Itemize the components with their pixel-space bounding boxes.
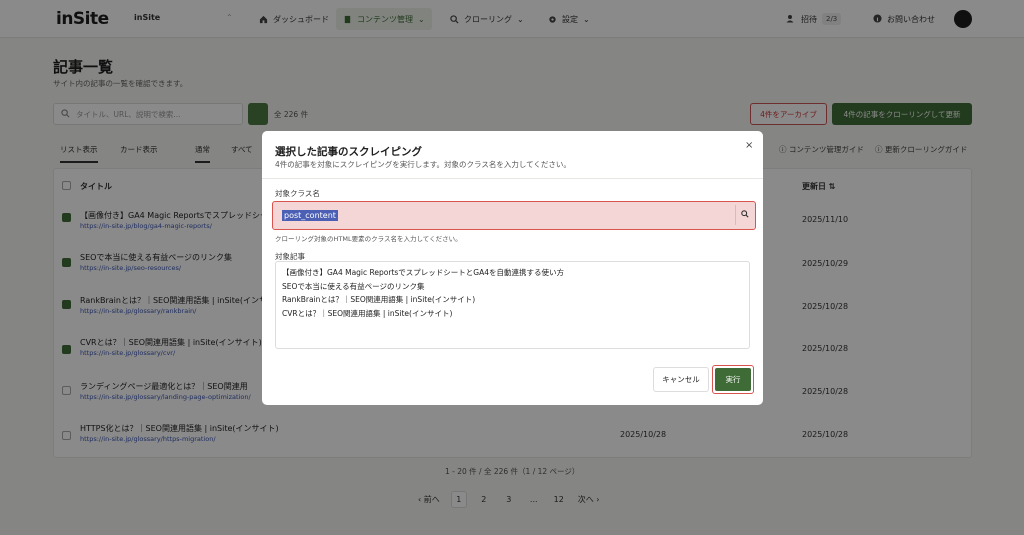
modal-divider	[262, 178, 763, 179]
class-search-button[interactable]	[735, 205, 753, 225]
close-icon[interactable]: ×	[745, 140, 753, 151]
class-name-hint: クローリング対象のHTML要素のクラス名を入力してください。	[275, 235, 462, 243]
list-item: CVRとは？｜SEO関連用語集 | inSite(インサイト)	[282, 308, 453, 318]
cancel-button[interactable]: キャンセル	[653, 367, 709, 392]
search-icon	[740, 210, 749, 220]
run-button[interactable]: 実行	[715, 368, 751, 391]
scraping-modal: 選択した記事のスクレイピング 4件の記事を対象にスクレイピングを実行します。対象…	[262, 131, 763, 405]
run-button-highlight: 実行	[712, 365, 754, 394]
modal-description: 4件の記事を対象にスクレイピングを実行します。対象のクラス名を入力してください。	[275, 160, 571, 169]
target-articles-list: 【画像付き】GA4 Magic ReportsでスプレッドシートとGA4を自動連…	[275, 261, 750, 349]
list-item: SEOで本当に使える有益ページのリンク集	[282, 281, 425, 291]
class-name-field[interactable]: post_content	[272, 201, 756, 230]
list-item: 【画像付き】GA4 Magic ReportsでスプレッドシートとGA4を自動連…	[282, 268, 564, 277]
modal-title: 選択した記事のスクレイピング	[275, 146, 422, 158]
class-name-input[interactable]: post_content	[282, 210, 338, 221]
list-item: RankBrainとは？｜SEO関連用語集 | inSite(インサイト)	[282, 295, 476, 304]
class-name-label: 対象クラス名	[275, 189, 320, 198]
